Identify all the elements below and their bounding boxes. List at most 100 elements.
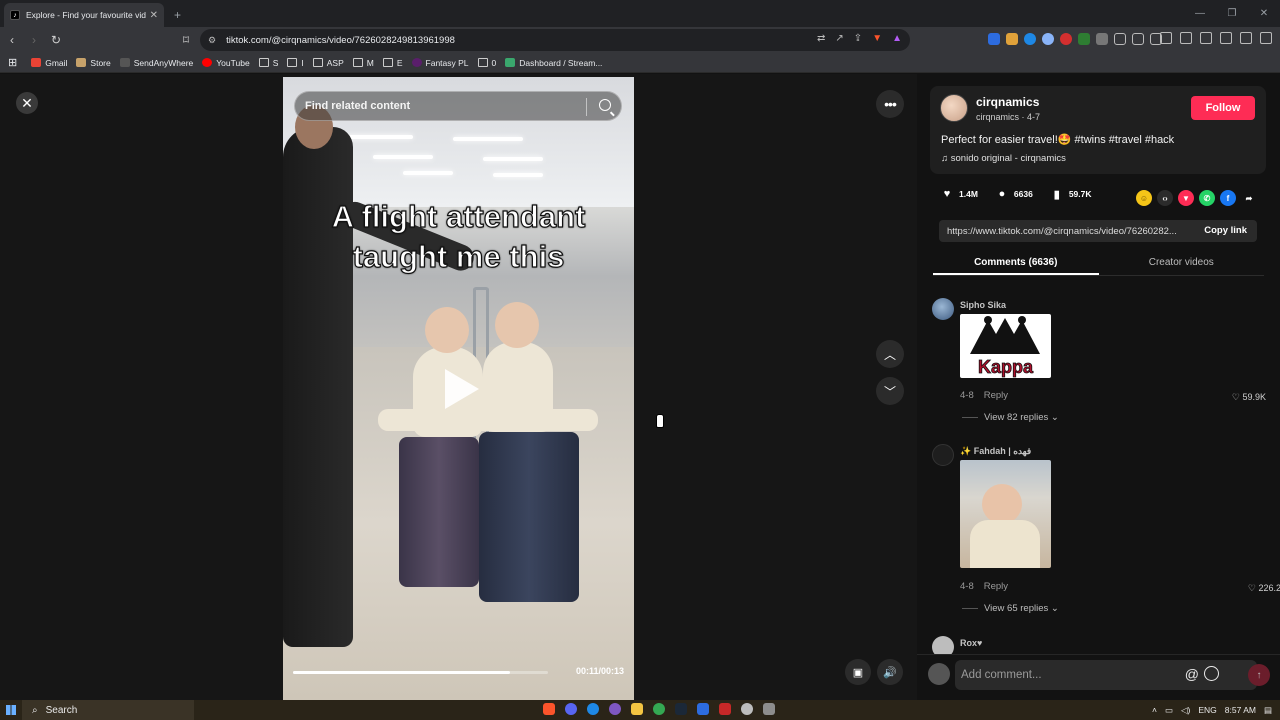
close-window-button[interactable]: ✕: [1248, 0, 1280, 27]
comment-like-button[interactable]: ♡ 59.9K: [1232, 392, 1266, 403]
leo-ai-icon[interactable]: [1220, 32, 1232, 44]
steam-app-icon[interactable]: [675, 703, 687, 715]
file-explorer-icon[interactable]: [631, 703, 643, 715]
send-to-friends-icon[interactable]: ▼: [1178, 190, 1194, 206]
back-button[interactable]: ‹: [2, 30, 22, 50]
video-player[interactable]: Find related content A flight attendant …: [283, 77, 634, 700]
embed-icon[interactable]: ‹›: [1157, 190, 1173, 206]
bookmark-gmail[interactable]: Gmail: [31, 58, 67, 68]
pip-button[interactable]: ▣: [845, 659, 871, 685]
view-replies-button[interactable]: View 82 replies ⌄: [962, 412, 1059, 423]
bookmark-fantasy-pl[interactable]: Fantasy PL: [411, 58, 469, 68]
friends-share-icon[interactable]: ☺: [1136, 190, 1152, 206]
address-bar[interactable]: ⚙ tiktok.com/@cirqnamics/video/762602824…: [200, 29, 910, 51]
commenter-name[interactable]: Sipho Sika: [960, 300, 1006, 310]
network-icon[interactable]: ▭: [1165, 705, 1173, 716]
maximize-button[interactable]: ❐: [1216, 0, 1248, 27]
app-icon[interactable]: [609, 703, 621, 715]
follow-button[interactable]: Follow: [1191, 96, 1255, 120]
bookmark-page-icon[interactable]: ⌑: [176, 30, 196, 50]
reply-button[interactable]: Reply: [984, 390, 1008, 401]
app-icon[interactable]: [741, 703, 753, 715]
bookmark-folder-m[interactable]: M: [352, 58, 374, 68]
commenter-name[interactable]: Rox♥: [960, 638, 982, 648]
search-icon[interactable]: [599, 99, 611, 111]
browser-tab[interactable]: ♪ Explore - Find your favourite vid ✕: [4, 3, 164, 27]
discord-app-icon[interactable]: [565, 703, 577, 715]
extension-icon[interactable]: [988, 33, 1000, 45]
related-content-search[interactable]: Find related content: [294, 91, 622, 121]
volume-tray-icon[interactable]: ◁): [1181, 705, 1190, 716]
minimize-button[interactable]: —: [1184, 0, 1216, 27]
like-button[interactable]: ♥ 1.4M: [941, 188, 978, 200]
bookmark-sendanywhere[interactable]: SendAnyWhere: [119, 58, 193, 68]
view-replies-button[interactable]: View 65 replies ⌄: [962, 603, 1059, 614]
next-video-button[interactable]: ﹀: [876, 377, 904, 405]
commenter-name[interactable]: ✨ Fahdah | فهده: [960, 446, 1031, 457]
video-link-url[interactable]: https://www.tiktok.com/@cirqnamics/video…: [947, 226, 1177, 237]
emoji-icon[interactable]: [1204, 666, 1219, 681]
app-icon[interactable]: [763, 703, 775, 715]
extension-icon[interactable]: [1096, 33, 1108, 45]
extensions-puzzle-icon[interactable]: [1132, 33, 1144, 45]
creator-name[interactable]: cirqnamics: [976, 95, 1039, 109]
reply-button[interactable]: Reply: [984, 581, 1008, 592]
chrome-app-icon[interactable]: [653, 703, 665, 715]
comment-button[interactable]: ● 6636: [996, 188, 1033, 200]
menu-icon[interactable]: [1260, 32, 1272, 44]
share-arrow-icon[interactable]: ➦: [1241, 190, 1257, 206]
bookmark-folder-i[interactable]: I: [287, 58, 304, 68]
commenter-avatar[interactable]: [932, 298, 954, 320]
tab-creator-videos[interactable]: Creator videos: [1099, 252, 1265, 275]
new-tab-button[interactable]: +: [174, 8, 181, 22]
tray-chevron-icon[interactable]: ˄: [1152, 705, 1157, 715]
bookmark-dashboard[interactable]: Dashboard / Stream...: [505, 58, 602, 68]
bookmark-youtube[interactable]: YouTube: [202, 58, 250, 68]
brave-app-icon[interactable]: [543, 703, 555, 715]
extension-icon[interactable]: [1024, 33, 1036, 45]
clock[interactable]: 8:57 AM: [1225, 705, 1256, 715]
vpn-shield-icon[interactable]: [1240, 32, 1252, 44]
video-progress-bar[interactable]: [293, 671, 548, 674]
bookmark-folder-s[interactable]: S: [258, 58, 278, 68]
comment-sticker-image[interactable]: Kappa: [960, 314, 1051, 378]
commenter-avatar[interactable]: [932, 636, 954, 654]
wallet-icon[interactable]: [1200, 32, 1212, 44]
bookmark-folder-asp[interactable]: ASP: [312, 58, 344, 68]
comment-like-button[interactable]: ♡ 226.2K: [1248, 583, 1280, 594]
extension-icon[interactable]: [1114, 33, 1126, 45]
language-indicator[interactable]: ENG: [1198, 705, 1216, 715]
facebook-icon[interactable]: f: [1220, 190, 1236, 206]
bookmark-folder-e[interactable]: E: [382, 58, 403, 68]
brave-rewards-icon[interactable]: ▲: [892, 33, 902, 44]
close-video-button[interactable]: ✕: [16, 92, 38, 114]
open-external-icon[interactable]: ↗: [835, 33, 843, 44]
tab-comments[interactable]: Comments (6636): [933, 252, 1099, 275]
add-comment-input[interactable]: Add comment... @: [955, 660, 1257, 690]
share-icon[interactable]: ⇪: [854, 33, 862, 44]
bookmark-store[interactable]: Store: [76, 58, 111, 68]
mention-icon[interactable]: @: [1185, 666, 1199, 682]
music-link[interactable]: ♫ sonido original - cirqnamics: [941, 153, 1066, 164]
previous-video-button[interactable]: ︿: [876, 340, 904, 368]
more-options-button[interactable]: •••: [876, 90, 904, 118]
copy-link-button[interactable]: Copy link: [1204, 225, 1247, 236]
site-info-icon[interactable]: ⚙: [208, 35, 216, 46]
reload-button[interactable]: ↻: [46, 30, 66, 50]
sidebar-icon[interactable]: [1180, 32, 1192, 44]
volume-button[interactable]: 🔊: [877, 659, 903, 685]
comment-sticker-image[interactable]: [960, 460, 1051, 568]
brave-shield-icon[interactable]: ▼: [872, 33, 882, 44]
post-comment-button[interactable]: ↑: [1248, 664, 1270, 686]
whatsapp-icon[interactable]: ✆: [1199, 190, 1215, 206]
play-icon[interactable]: [445, 369, 479, 409]
taskbar-search[interactable]: ⌕ Search: [22, 700, 194, 720]
creator-avatar[interactable]: [940, 94, 968, 122]
app-icon[interactable]: [719, 703, 731, 715]
notifications-icon[interactable]: ▤: [1264, 705, 1272, 716]
start-button[interactable]: [0, 700, 22, 720]
app-icon[interactable]: [697, 703, 709, 715]
extension-icon[interactable]: [1060, 33, 1072, 45]
apps-grid-icon[interactable]: ⊞: [8, 56, 17, 69]
address-bar-url[interactable]: tiktok.com/@cirqnamics/video/76260282498…: [226, 35, 455, 46]
